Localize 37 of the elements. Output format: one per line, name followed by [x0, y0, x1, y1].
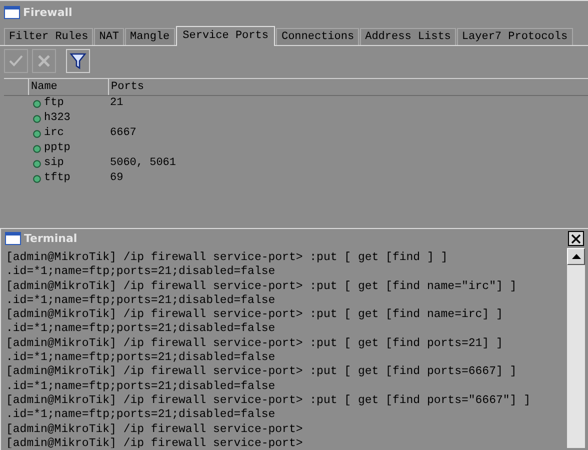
table-cell: ftp: [44, 96, 64, 111]
window-title: Terminal: [24, 232, 78, 245]
table-cell: 6667: [110, 126, 136, 141]
up-arrow-icon: [572, 254, 580, 259]
status-dot-icon: [33, 174, 41, 182]
table-cell: sip: [44, 156, 64, 171]
tab[interactable]: Layer7 Protocols: [456, 28, 573, 45]
status-dot-icon: [33, 144, 41, 152]
close-icon: [571, 234, 581, 244]
tab[interactable]: NAT: [94, 28, 124, 45]
table-cell: 5060, 5061: [110, 156, 176, 171]
status-dot-icon: [33, 160, 41, 168]
tab[interactable]: Filter Rules: [4, 28, 94, 45]
window-icon: [5, 232, 21, 245]
table-cell: irc: [44, 126, 64, 141]
table-cell: 21: [110, 96, 124, 111]
terminal-output: [admin@MikroTik] /ip firewall service-port> :put [ get [find ] ] .id=*1;name=ftp;ports=21;disabled=false [admin@MikroTik] /ip firewall service-port> :put [ get [find name="irc"] ] .id=*1;name=ftp;ports=21;disabled=false [admin@MikroTik] /ip firewall service-port> :put [ get [find name=irc] ] .id=*1;name=ftp;ports=21;disabled=false [admin@MikroTik] /ip firewall service-port> :put [ get [find ports=21] ] .id=*1;name=ftp;ports=21;disabled=false [admin@MikroTik] /ip firewall service-port> :put [ get [find ports=6667] ] .id=*1;name=ftp;ports=21;disabled=false [admin@MikroTik] /ip firewall service-port> :put [ get [find ports="6667"] ] .id=*1;name=ftp;ports=21;disabled=false [admin@MikroTik] /ip firewall service-port> [admin@MikroTik] /ip firewall service-port>: [5, 250, 532, 448]
column-header[interactable]: Name: [28, 79, 108, 95]
window-title: Firewall: [23, 6, 72, 18]
filter-button[interactable]: [66, 49, 90, 73]
status-dot-icon: [33, 114, 41, 122]
column-header[interactable]: Ports: [108, 79, 338, 95]
tab[interactable]: Mangle: [125, 28, 175, 45]
window-icon: [4, 6, 20, 18]
table-cell: h323: [44, 111, 70, 126]
tab[interactable]: Connections: [276, 28, 360, 45]
table-cell: 69: [110, 171, 124, 186]
filter-icon: [69, 52, 87, 70]
scroll-up-button[interactable]: [567, 248, 585, 265]
scrollbar[interactable]: [567, 248, 585, 448]
table-cell: pptp: [44, 141, 70, 156]
close-button[interactable]: [568, 231, 584, 246]
tab[interactable]: Service Ports: [176, 26, 276, 46]
table-cell: tftp: [44, 171, 70, 186]
status-dot-icon: [33, 100, 41, 108]
tab[interactable]: Address Lists: [360, 28, 456, 45]
status-dot-icon: [33, 130, 41, 138]
